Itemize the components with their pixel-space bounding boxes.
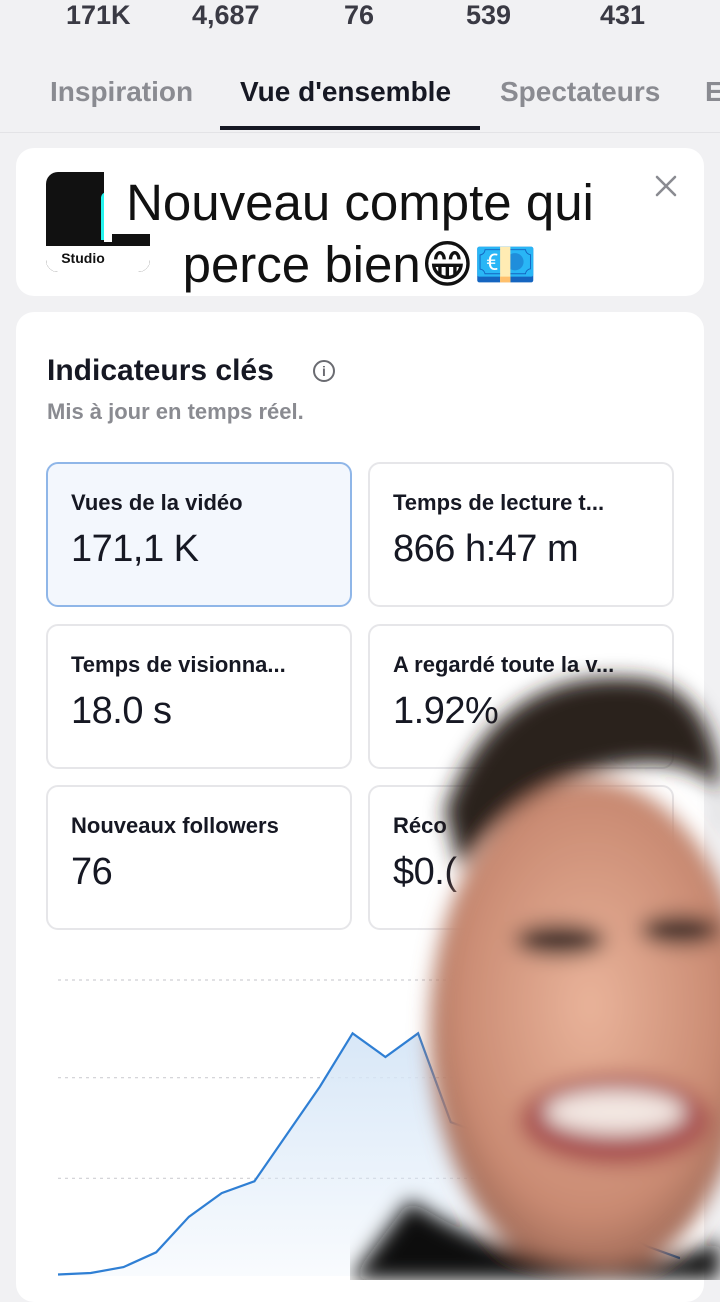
tab-next-partial[interactable]: E — [705, 76, 720, 108]
metric-value: 1.92% — [393, 690, 499, 732]
views-area-chart — [57, 979, 680, 1276]
metric-new-followers[interactable]: Nouveaux followers 76 — [46, 785, 352, 930]
metric-total-watch-time[interactable]: Temps de lecture t... 866 h:47 m — [368, 462, 674, 607]
metric-label: Vues de la vidéo — [71, 490, 243, 515]
caption-line-2: perce bien😁💶 — [160, 234, 560, 296]
info-icon[interactable]: i — [313, 360, 335, 382]
chart-area-fill — [58, 1033, 680, 1276]
metric-value: 866 h:47 m — [393, 528, 579, 570]
metric-label: Réco — [393, 813, 447, 838]
stat-comments: 76 — [344, 0, 375, 30]
metric-rewards[interactable]: Réco $0.( — [368, 785, 674, 930]
stat-views: 171K — [66, 0, 131, 30]
metric-label: Temps de lecture t... — [393, 490, 605, 515]
metric-value: 18.0 s — [71, 690, 172, 732]
metric-video-views[interactable]: Vues de la vidéo 171,1 K — [46, 462, 352, 607]
metric-label: Temps de visionna... — [71, 652, 286, 677]
metric-watched-full-video[interactable]: A regardé toute la v... 1.92% — [368, 624, 674, 769]
tab-overview[interactable]: Vue d'ensemble — [240, 76, 451, 108]
key-metrics-subtitle: Mis à jour en temps réel. — [47, 399, 304, 424]
key-metrics-title: Indicateurs clés — [47, 354, 274, 387]
metric-value: $0.( — [393, 851, 457, 893]
metric-value: 171,1 K — [71, 528, 199, 570]
tab-bar: Inspiration Vue d'ensemble Spectateurs E — [0, 62, 720, 133]
caption-line-1: Nouveau compte qui — [104, 172, 616, 234]
metric-label: Nouveaux followers — [71, 813, 279, 838]
metric-average-watch-time[interactable]: Temps de visionna... 18.0 s — [46, 624, 352, 769]
stats-row: 171K 4,687 76 539 431 — [0, 0, 720, 40]
stat-likes: 4,687 — [192, 0, 260, 30]
stat-shares: 431 — [600, 0, 646, 30]
active-tab-indicator — [220, 126, 480, 130]
video-caption: Nouveau compte qui perce bien😁💶 — [0, 172, 720, 296]
metric-label: A regardé toute la v... — [393, 652, 615, 677]
tab-inspiration[interactable]: Inspiration — [50, 76, 193, 108]
stat-saves: 539 — [466, 0, 512, 30]
metric-value: 76 — [71, 851, 113, 893]
tab-viewers[interactable]: Spectateurs — [500, 76, 660, 108]
